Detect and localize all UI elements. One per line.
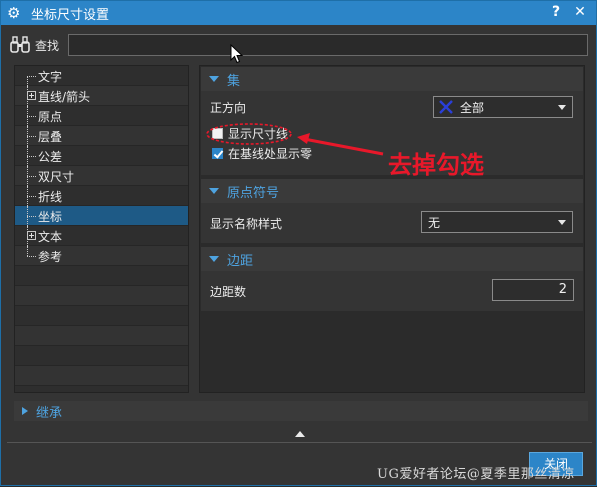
show-zero-at-baseline-checkbox[interactable] (212, 148, 223, 159)
margin-input[interactable]: 2 (492, 279, 574, 301)
tree-item-dual-dimension[interactable]: 双尺寸 (15, 165, 188, 186)
section-title: 边距 (227, 253, 254, 269)
tree-empty-row (15, 366, 188, 386)
tree-item-text-2[interactable]: 文本 (15, 225, 188, 246)
tree-item-text[interactable]: 文字 (15, 66, 188, 86)
inherit-section-header[interactable]: 继承 (14, 401, 588, 421)
binoculars-icon (10, 36, 30, 53)
section-body-origin-symbol: 显示名称样式 无 (201, 203, 583, 243)
section-title: 原点符号 (227, 185, 280, 201)
tree-item-reference[interactable]: 参考 (15, 245, 188, 266)
settings-panel: 集 正方向 全部 显示尺寸线 在基线处显示零 原点符号 显示名称样式 无 边距 … (199, 65, 585, 393)
collapse-arrow-icon (209, 188, 219, 194)
tree-item-tolerance[interactable]: 公差 (15, 145, 188, 166)
category-tree: 文字 直线/箭头 原点 层叠 公差 双尺寸 折线 坐标 文本 参考 (14, 65, 189, 393)
direction-select-value: 全部 (460, 100, 485, 115)
help-button[interactable]: ? (548, 4, 564, 20)
find-label: 查找 (35, 38, 60, 53)
section-title: 集 (227, 73, 241, 89)
title-bar: ⚙ 坐标尺寸设置 ? ✕ (1, 1, 596, 25)
tree-item-label: 原点 (38, 110, 63, 124)
gear-icon: ⚙ (7, 4, 21, 22)
mouse-cursor-icon (230, 44, 244, 64)
tree-item-label: 直线/箭头 (38, 90, 91, 104)
collapse-arrow-icon (209, 256, 219, 262)
show-zero-at-baseline-label: 在基线处显示零 (228, 147, 313, 161)
tree-empty-row (15, 346, 188, 366)
tree-item-label: 折线 (38, 190, 63, 204)
tree-item-label: 层叠 (38, 130, 63, 144)
tree-empty-row (15, 326, 188, 346)
find-bar: 查找 (7, 32, 590, 58)
tree-item-label: 坐标 (38, 210, 63, 224)
tree-item-line-arrow[interactable]: 直线/箭头 (15, 85, 188, 106)
margin-label: 边距数 (210, 285, 247, 299)
tree-item-label: 参考 (38, 250, 63, 264)
name-style-label: 显示名称样式 (210, 217, 283, 231)
close-window-button[interactable]: ✕ (572, 4, 588, 20)
collapse-dialog-arrow-icon[interactable] (295, 431, 305, 437)
section-body-margin: 边距数 2 (201, 271, 583, 311)
coordinate-dimension-settings-dialog: ⚙ 坐标尺寸设置 ? ✕ 查找 文字 直线/箭头 原点 层叠 公差 双尺寸 折线… (0, 0, 597, 486)
show-dimension-line-checkbox[interactable] (212, 128, 223, 139)
expand-plus-icon[interactable] (27, 90, 36, 100)
tree-item-label: 文字 (38, 70, 63, 84)
footer-divider (7, 442, 592, 443)
tree-empty-row (15, 286, 188, 306)
all-directions-icon (439, 100, 453, 114)
tree-empty-row (15, 266, 188, 286)
expand-arrow-icon (22, 407, 28, 415)
tree-item-ordinate[interactable]: 坐标 (15, 205, 188, 226)
name-style-select-value: 无 (428, 215, 441, 230)
section-header-origin-symbol[interactable]: 原点符号 (201, 179, 583, 203)
tree-item-stack[interactable]: 层叠 (15, 125, 188, 146)
tree-item-label: 双尺寸 (38, 170, 75, 184)
direction-select[interactable]: 全部 (433, 96, 573, 118)
section-header-margin[interactable]: 边距 (201, 247, 583, 271)
tree-item-label: 公差 (38, 150, 63, 164)
collapse-arrow-icon (209, 76, 219, 82)
chevron-down-icon (558, 220, 566, 225)
show-dimension-line-label: 显示尺寸线 (228, 127, 289, 141)
expand-plus-icon[interactable] (27, 230, 36, 240)
tree-empty-row (15, 306, 188, 326)
name-style-select[interactable]: 无 (421, 211, 573, 233)
chevron-down-icon (558, 105, 566, 110)
watermark-text: UG爱好者论坛@夏季里那丝清凉 (377, 467, 575, 482)
tree-item-origin[interactable]: 原点 (15, 105, 188, 126)
tree-item-jog[interactable]: 折线 (15, 185, 188, 206)
direction-label: 正方向 (210, 101, 247, 115)
dialog-title: 坐标尺寸设置 (31, 7, 110, 23)
tree-item-label: 文本 (38, 230, 63, 244)
annotation-text: 去掉勾选 (388, 151, 484, 179)
inherit-label: 继承 (36, 405, 63, 421)
find-input[interactable] (68, 34, 588, 56)
section-header-set[interactable]: 集 (201, 67, 583, 91)
